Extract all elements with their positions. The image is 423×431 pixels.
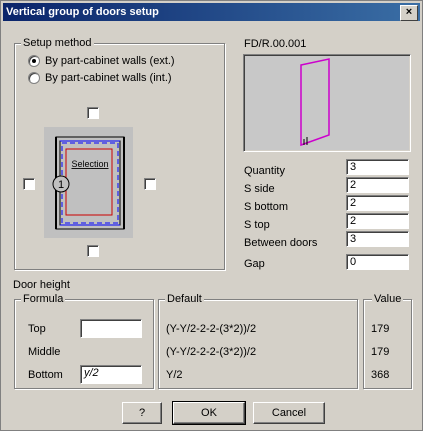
bottom-side-checkbox[interactable] xyxy=(87,245,99,257)
param-s-side-label: S side xyxy=(244,183,275,195)
cabinet-schematic-drawing: 1 Selection xyxy=(52,136,125,230)
radio-ext-walls[interactable] xyxy=(28,55,40,67)
param-gap-label: Gap xyxy=(244,258,265,270)
s-top-input[interactable]: 2 xyxy=(346,213,409,229)
help-button[interactable]: ? xyxy=(122,402,162,424)
schematic-marker: 1 xyxy=(58,179,64,191)
between-doors-input[interactable]: 3 xyxy=(346,231,409,247)
middle-row-label: Middle xyxy=(28,346,61,358)
window-title: Vertical group of doors setup xyxy=(6,6,159,18)
door-preview-drawing xyxy=(245,56,409,150)
preview-code: FD/R.00.001 xyxy=(244,38,307,50)
default-group: Default xyxy=(158,293,358,389)
quantity-input[interactable]: 3 xyxy=(346,159,409,175)
s-bottom-input[interactable]: 2 xyxy=(346,195,409,211)
left-side-checkbox[interactable] xyxy=(23,178,35,190)
default-legend: Default xyxy=(165,293,204,305)
schematic-selection-label: Selection xyxy=(71,159,108,169)
ok-button[interactable]: OK xyxy=(172,401,246,425)
close-button[interactable]: × xyxy=(400,5,418,21)
middle-default-formula: (Y-Y/2-2-2-(3*2))/2 xyxy=(166,346,257,358)
param-between-doors-label: Between doors xyxy=(244,237,318,249)
bottom-row-label: Bottom xyxy=(28,369,63,381)
cancel-button[interactable]: Cancel xyxy=(253,402,325,424)
setup-method-legend: Setup method xyxy=(21,37,94,49)
param-quantity-label: Quantity xyxy=(244,165,285,177)
door-preview xyxy=(243,54,411,152)
radio-ext-walls-label[interactable]: By part-cabinet walls (ext.) xyxy=(45,55,175,68)
value-legend: Value xyxy=(372,293,404,305)
cabinet-schematic: 1 Selection xyxy=(44,127,133,238)
bottom-formula-input[interactable]: y/2 xyxy=(80,365,142,384)
radio-int-walls[interactable] xyxy=(28,72,40,84)
doors-setup-dialog: Vertical group of doors setup × Setup me… xyxy=(0,0,423,431)
middle-value: 179 xyxy=(371,346,390,358)
bottom-default-formula: Y/2 xyxy=(166,369,183,381)
title-bar: Vertical group of doors setup × xyxy=(3,3,420,21)
formula-legend: Formula xyxy=(21,293,66,305)
top-formula-input[interactable] xyxy=(80,319,142,338)
s-side-input[interactable]: 2 xyxy=(346,177,409,193)
param-s-top-label: S top xyxy=(244,219,270,231)
radio-int-walls-label[interactable]: By part-cabinet walls (int.) xyxy=(45,72,172,85)
param-s-bottom-label: S bottom xyxy=(244,201,289,213)
right-side-checkbox[interactable] xyxy=(144,178,156,190)
gap-input[interactable]: 0 xyxy=(346,254,409,270)
top-side-checkbox[interactable] xyxy=(87,107,99,119)
top-default-formula: (Y-Y/2-2-2-(3*2))/2 xyxy=(166,323,257,335)
bottom-value: 368 xyxy=(371,369,390,381)
top-row-label: Top xyxy=(28,323,46,335)
top-value: 179 xyxy=(371,323,390,335)
door-height-title: Door height xyxy=(13,279,70,291)
